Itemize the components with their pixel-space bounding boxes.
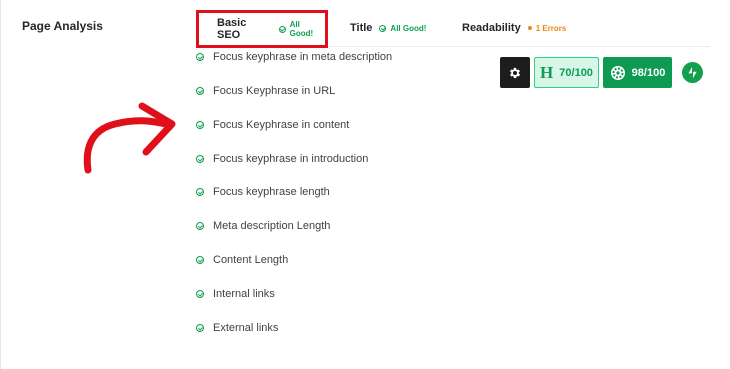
- seo-score: 98/100: [631, 66, 666, 79]
- tab-basic-seo-status-text: All Good!: [289, 20, 314, 38]
- warning-dot-icon: [527, 26, 532, 30]
- seo-score-button[interactable]: 98/100: [603, 57, 672, 88]
- panel-left-border: [0, 0, 1, 369]
- section-title: Page Analysis: [22, 19, 103, 33]
- bolt-icon: [688, 66, 697, 79]
- tab-readability-status-text: 1 Errors: [535, 23, 567, 33]
- check-item: Internal links: [196, 285, 275, 303]
- check-item: Focus Keyphrase in URL: [196, 82, 335, 100]
- tab-readability-label: Readability: [462, 22, 521, 34]
- check-circle-icon: [196, 53, 204, 61]
- tab-title-status: All Good!: [379, 24, 426, 33]
- check-circle-icon: [196, 256, 204, 264]
- tab-title-label: Title: [350, 22, 373, 34]
- check-item: Focus keyphrase in introduction: [196, 150, 368, 168]
- tab-readability-status: 1 Errors: [527, 23, 567, 33]
- check-item-label: Focus keyphrase in meta description: [213, 51, 393, 63]
- check-item-label: Focus keyphrase in introduction: [213, 153, 369, 165]
- score-toolbar: H 70/100 98/100: [500, 57, 703, 88]
- check-circle-icon: [196, 188, 204, 196]
- check-circle-icon: [196, 222, 204, 230]
- tab-readability[interactable]: Readability 1 Errors: [462, 10, 566, 46]
- headline-score: 70/100: [559, 66, 593, 79]
- tab-basic-seo[interactable]: Basic SEO All Good!: [196, 10, 328, 48]
- check-circle-icon: [278, 25, 286, 33]
- check-circle-icon: [196, 155, 204, 163]
- seo-gauge-icon: [610, 65, 625, 80]
- settings-button[interactable]: [500, 57, 530, 88]
- tab-basic-seo-status: All Good!: [278, 20, 325, 38]
- jetpack-button[interactable]: [682, 62, 703, 83]
- check-circle-icon: [196, 324, 204, 332]
- tab-basic-seo-label: Basic SEO: [217, 17, 247, 41]
- check-item: Meta description Length: [196, 217, 330, 235]
- check-circle-icon: [379, 24, 387, 32]
- check-item-label: Internal links: [213, 288, 275, 300]
- check-item-label: Content Length: [213, 254, 289, 266]
- analysis-tabs: Basic SEO All Good! Title All Good! Read…: [196, 10, 710, 48]
- check-circle-icon: [196, 87, 204, 95]
- check-circle-icon: [196, 290, 204, 298]
- check-item-label: Focus keyphrase length: [213, 186, 330, 198]
- headline-score-button[interactable]: H 70/100: [534, 57, 599, 88]
- check-item: Focus Keyphrase in content: [196, 116, 349, 134]
- check-item-label: Meta description Length: [213, 220, 331, 232]
- check-item: External links: [196, 319, 278, 337]
- tab-title[interactable]: Title All Good!: [350, 10, 426, 46]
- annotation-arrow-icon: [83, 102, 176, 174]
- check-item-label: External links: [213, 322, 279, 334]
- check-item: Content Length: [196, 251, 288, 269]
- check-circle-icon: [196, 121, 204, 129]
- check-item: Focus keyphrase length: [196, 183, 330, 201]
- check-item-label: Focus Keyphrase in content: [213, 119, 350, 131]
- gear-icon: [509, 67, 521, 78]
- check-item-label: Focus Keyphrase in URL: [213, 85, 336, 97]
- headline-icon: H: [540, 62, 554, 82]
- check-item: Focus keyphrase in meta description: [196, 48, 392, 66]
- tab-title-status-text: All Good!: [390, 23, 427, 33]
